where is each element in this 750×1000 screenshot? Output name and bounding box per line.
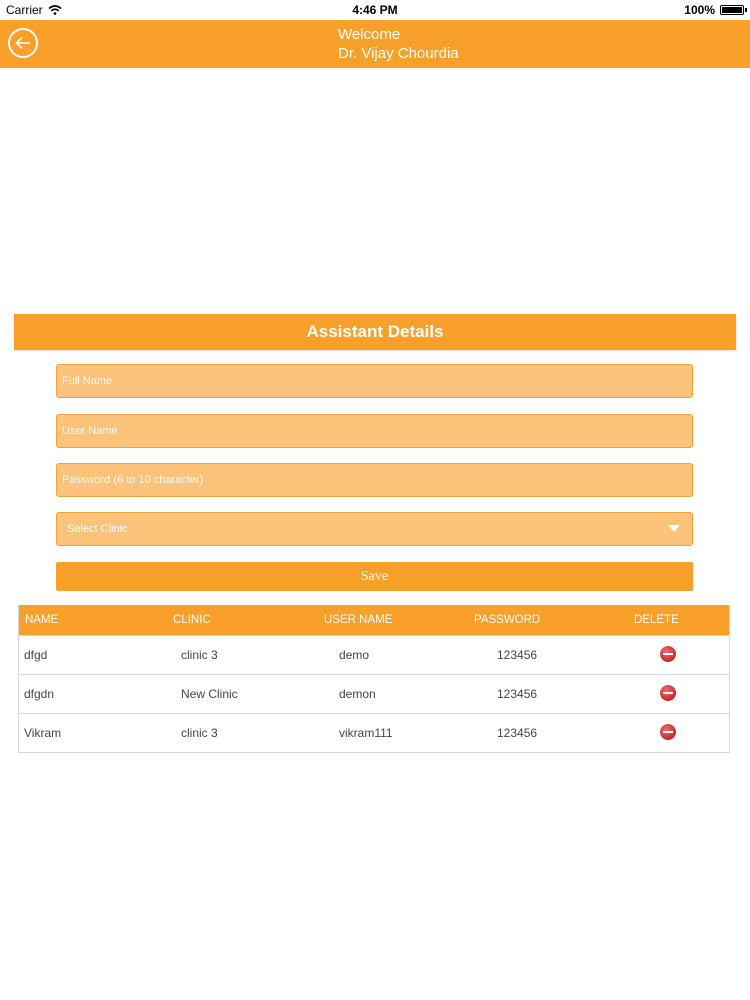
cell-user-name: vikram111 (339, 726, 393, 740)
full-name-input[interactable] (57, 365, 692, 397)
battery-icon (720, 5, 747, 15)
back-button[interactable] (8, 28, 38, 58)
clinic-select[interactable]: Select Clinic (56, 512, 693, 546)
user-name-input[interactable] (57, 415, 692, 447)
header-password: PASSWORD (474, 614, 541, 626)
password-field[interactable] (56, 463, 693, 497)
welcome-label: Welcome (338, 26, 401, 43)
app-header: Welcome Dr. Vijay Chourdia (0, 20, 750, 68)
cell-name: Vikram (24, 726, 62, 740)
save-button[interactable]: Save (56, 562, 693, 591)
clinic-select-value: Select Clinic (67, 523, 128, 535)
delete-icon[interactable] (660, 724, 676, 740)
header-user-name: USER NAME (324, 614, 393, 626)
table-header: NAME CLINIC USER NAME PASSWORD DELETE (19, 605, 729, 635)
cell-clinic: New Clinic (181, 687, 238, 701)
battery-percent: 100% (684, 3, 715, 17)
full-name-field[interactable] (56, 364, 693, 398)
table-row: dfgdn New Clinic demon 123456 (19, 674, 729, 713)
cell-user-name: demon (339, 687, 376, 701)
cell-name: dfgdn (24, 687, 55, 701)
delete-icon[interactable] (660, 646, 676, 662)
table-row: dfgd clinic 3 demo 123456 (19, 635, 729, 674)
delete-icon[interactable] (660, 685, 676, 701)
cell-password: 123456 (497, 648, 538, 662)
header-title: Welcome Dr. Vijay Chourdia (338, 25, 459, 63)
status-bar: Carrier 4:46 PM 100% (0, 0, 750, 20)
cell-name: dfgd (24, 648, 48, 662)
header-clinic: CLINIC (173, 614, 211, 626)
cell-password: 123456 (497, 687, 538, 701)
table-row: Vikram clinic 3 vikram111 123456 (19, 713, 729, 752)
password-input[interactable] (57, 464, 692, 496)
assistants-table: NAME CLINIC USER NAME PASSWORD DELETE df… (18, 605, 730, 753)
user-name-field[interactable] (56, 414, 693, 448)
doctor-name: Dr. Vijay Chourdia (338, 45, 459, 62)
section-title: Assistant Details (14, 314, 736, 350)
header-delete: DELETE (634, 614, 679, 626)
battery-fill (722, 7, 742, 13)
back-arrow-icon (15, 36, 30, 50)
chevron-down-icon[interactable] (668, 525, 680, 532)
status-time: 4:46 PM (352, 3, 398, 17)
cell-clinic: clinic 3 (181, 648, 218, 662)
cell-clinic: clinic 3 (181, 726, 218, 740)
cell-user-name: demo (339, 648, 370, 662)
header-name: NAME (25, 614, 59, 626)
cell-password: 123456 (497, 726, 538, 740)
status-right: 100% (684, 3, 747, 17)
